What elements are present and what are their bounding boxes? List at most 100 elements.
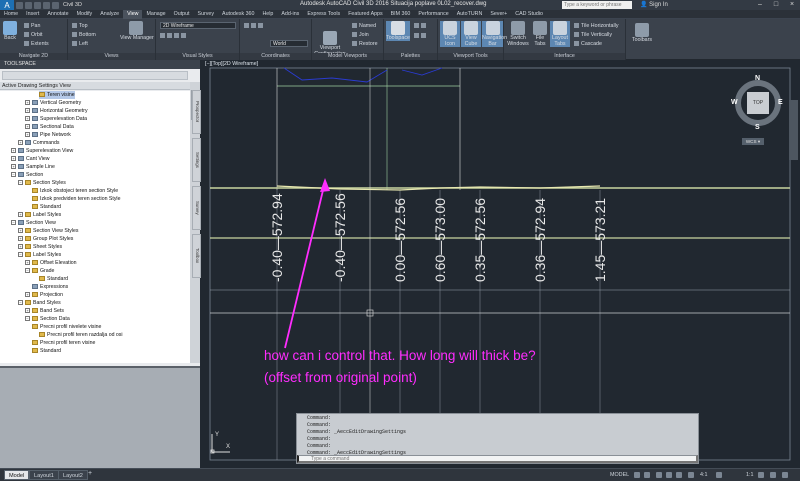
tab-express-tools[interactable]: Express Tools [303, 10, 344, 19]
tree-node[interactable]: + Commands [18, 139, 60, 147]
view-top-button[interactable]: Top [72, 23, 88, 29]
annotation-zoom[interactable]: 4:1 [700, 472, 708, 478]
collapse-icon[interactable]: − [18, 300, 23, 306]
tree-node[interactable]: Izkok obstojeci teren section Style [32, 187, 118, 195]
expand-icon[interactable]: + [25, 124, 30, 130]
tree-node[interactable]: + Horizontal Geometry [25, 107, 88, 115]
compass-south[interactable]: S [755, 124, 760, 131]
tab-layout1[interactable]: Layout1 [29, 470, 59, 480]
tree-node[interactable]: Standard [32, 347, 61, 355]
tab-survey[interactable]: Survey [194, 10, 219, 19]
save-icon[interactable] [34, 1, 41, 9]
expand-icon[interactable]: + [18, 140, 23, 146]
tree-node[interactable]: Standard [39, 275, 68, 283]
tab-analyze[interactable]: Analyze [96, 10, 123, 19]
navigation-bar[interactable] [789, 100, 798, 160]
expand-icon[interactable]: + [18, 236, 23, 242]
expand-icon[interactable]: + [25, 308, 30, 314]
expand-icon[interactable]: + [18, 212, 23, 218]
tree-node[interactable]: + Vertical Geometry [25, 99, 81, 107]
tree-node[interactable]: + Sample Line [11, 163, 55, 171]
expand-icon[interactable]: + [11, 148, 16, 154]
maximize-button[interactable]: □ [768, 0, 784, 10]
expand-icon[interactable]: + [18, 228, 23, 234]
customize-menu-icon[interactable] [782, 472, 788, 478]
lineweight-icon[interactable] [688, 472, 694, 478]
tree-node[interactable]: + Sheet Styles [18, 243, 62, 251]
collapse-icon[interactable]: − [18, 180, 23, 186]
expand-icon[interactable]: + [18, 244, 23, 250]
style-icon[interactable] [181, 33, 186, 39]
tree-node[interactable]: − Band Styles [18, 299, 61, 307]
tree-node[interactable]: + Group Plot Styles [18, 235, 73, 243]
tab-modify[interactable]: Modify [73, 10, 97, 19]
view-bottom-button[interactable]: Bottom [72, 32, 96, 38]
expand-icon[interactable]: + [25, 108, 30, 114]
tab-model[interactable]: Model [4, 470, 30, 480]
layout-tabs-button[interactable]: Layout Tabs [550, 21, 570, 47]
redo-icon[interactable] [52, 1, 59, 9]
ucs-icon[interactable] [244, 23, 249, 29]
tree-node[interactable]: − Label Styles [18, 251, 61, 259]
named-button[interactable]: Named [352, 23, 376, 29]
tree-node[interactable]: − Section View [11, 219, 56, 227]
ucs-icon[interactable] [258, 23, 263, 29]
tree-node[interactable]: + Offset Elevation [25, 259, 77, 267]
model-viewport[interactable]: -0.40—572.94 -0.40—572.56 0.00—572.56 0.60—… [202, 60, 800, 468]
wcs-menu[interactable]: WCS ▾ [742, 138, 764, 145]
tab-manage[interactable]: Manage [142, 10, 169, 19]
application-menu-button[interactable]: A [0, 0, 14, 10]
workspace-gear-icon[interactable] [758, 472, 764, 478]
view-cube-button[interactable]: View Cube [461, 21, 481, 47]
tab-cad-studio[interactable]: CAD Studio [511, 10, 547, 19]
tab-help[interactable]: Help [258, 10, 277, 19]
style-icon[interactable] [160, 33, 165, 39]
compass-west[interactable]: W [731, 99, 738, 106]
tree-node[interactable]: − Grade [25, 267, 54, 275]
tab-home[interactable]: Home [0, 10, 22, 19]
switch-windows-button[interactable]: Switch Windows [506, 21, 530, 47]
tree-node[interactable]: Precni profil nivelete visine [32, 323, 101, 331]
osnap-icon[interactable] [676, 472, 682, 478]
tile-vertically-button[interactable]: Tile Vertically [574, 32, 612, 38]
open-icon[interactable] [25, 1, 32, 9]
expand-icon[interactable]: + [25, 132, 30, 138]
tile-horizontally-button[interactable]: Tile Horizontally [574, 23, 618, 29]
tree-node[interactable]: Precni profil teren visine [32, 339, 95, 347]
orbit-button[interactable]: Orbit [24, 32, 42, 38]
add-layout-button[interactable]: + [88, 470, 92, 477]
tree-node[interactable]: + Section View Styles [18, 227, 78, 235]
ucs-select[interactable]: World [270, 40, 308, 47]
style-icon[interactable] [167, 33, 172, 39]
toolspace-tab-toolbox[interactable]: Toolbox [192, 234, 201, 278]
annotation-icon[interactable] [716, 472, 722, 478]
new-icon[interactable] [16, 1, 23, 9]
restore-button[interactable]: Restore [352, 41, 378, 47]
layers-icon[interactable] [414, 33, 419, 39]
join-button[interactable]: Join [352, 32, 369, 38]
ortho-icon[interactable] [656, 472, 662, 478]
tree-node[interactable]: + Band Sets [25, 307, 64, 315]
view-cube[interactable]: TOP N S E W [731, 75, 784, 133]
compass-east[interactable]: E [778, 99, 783, 106]
tree-node[interactable]: − Section Styles [18, 179, 66, 187]
sign-in-link[interactable]: 👤 Sign In [640, 1, 668, 8]
view-manager-button[interactable]: View Manager [120, 21, 154, 41]
polar-icon[interactable] [666, 472, 672, 478]
expand-icon[interactable]: + [11, 156, 16, 162]
close-button[interactable]: × [784, 0, 800, 10]
tab-bim-360[interactable]: BIM 360 [387, 10, 415, 19]
tree-node[interactable]: Teren visine [39, 91, 75, 99]
tab-annotate[interactable]: Annotate [43, 10, 72, 19]
collapse-icon[interactable]: − [11, 172, 16, 178]
isolate-icon[interactable] [770, 472, 776, 478]
expand-icon[interactable]: + [11, 164, 16, 170]
expand-icon[interactable]: + [25, 260, 30, 266]
tree-node[interactable]: − Section [11, 171, 43, 179]
command-input[interactable] [297, 455, 698, 463]
view-cube-top-face[interactable]: TOP [747, 92, 769, 114]
tree-node[interactable]: Precni profil teren razdalja od osi [39, 331, 123, 339]
collapse-icon[interactable]: − [25, 316, 30, 322]
tab-layout2[interactable]: Layout2 [58, 470, 88, 480]
extents-button[interactable]: Extents [24, 41, 49, 47]
